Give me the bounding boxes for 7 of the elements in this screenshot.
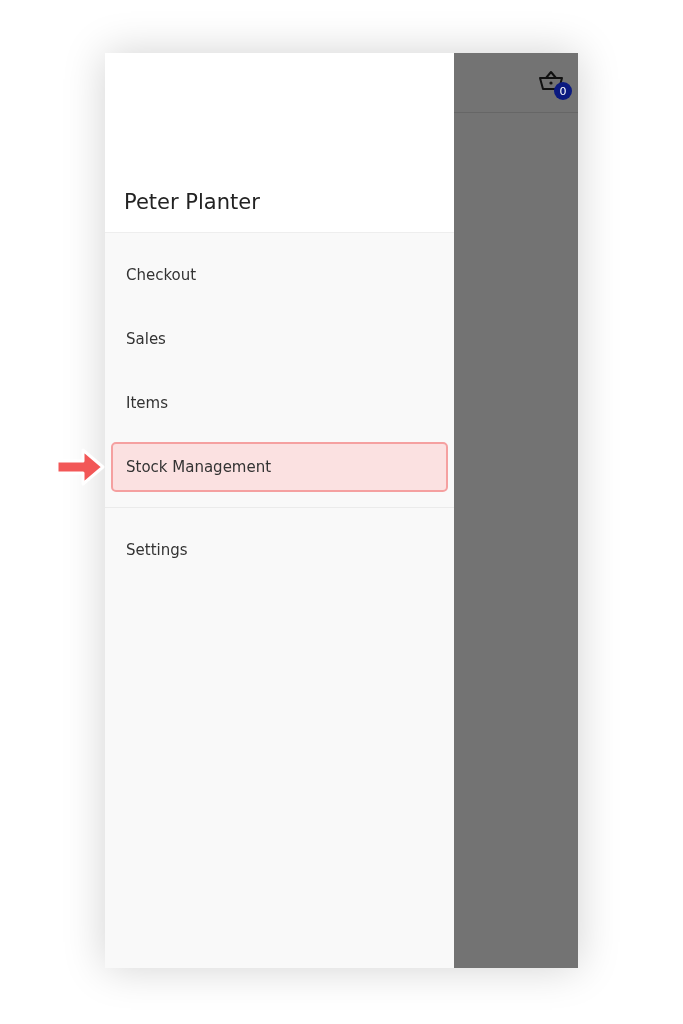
menu-item[interactable]: Sales [111, 314, 448, 364]
menu-item[interactable]: Stock Management [111, 442, 448, 492]
menu-item[interactable]: Settings [111, 525, 448, 575]
menu-item[interactable]: Checkout [111, 250, 448, 300]
cart-count-badge: 0 [554, 82, 572, 100]
user-name: Peter Planter [124, 190, 260, 214]
menu-item[interactable]: Items [111, 378, 448, 428]
